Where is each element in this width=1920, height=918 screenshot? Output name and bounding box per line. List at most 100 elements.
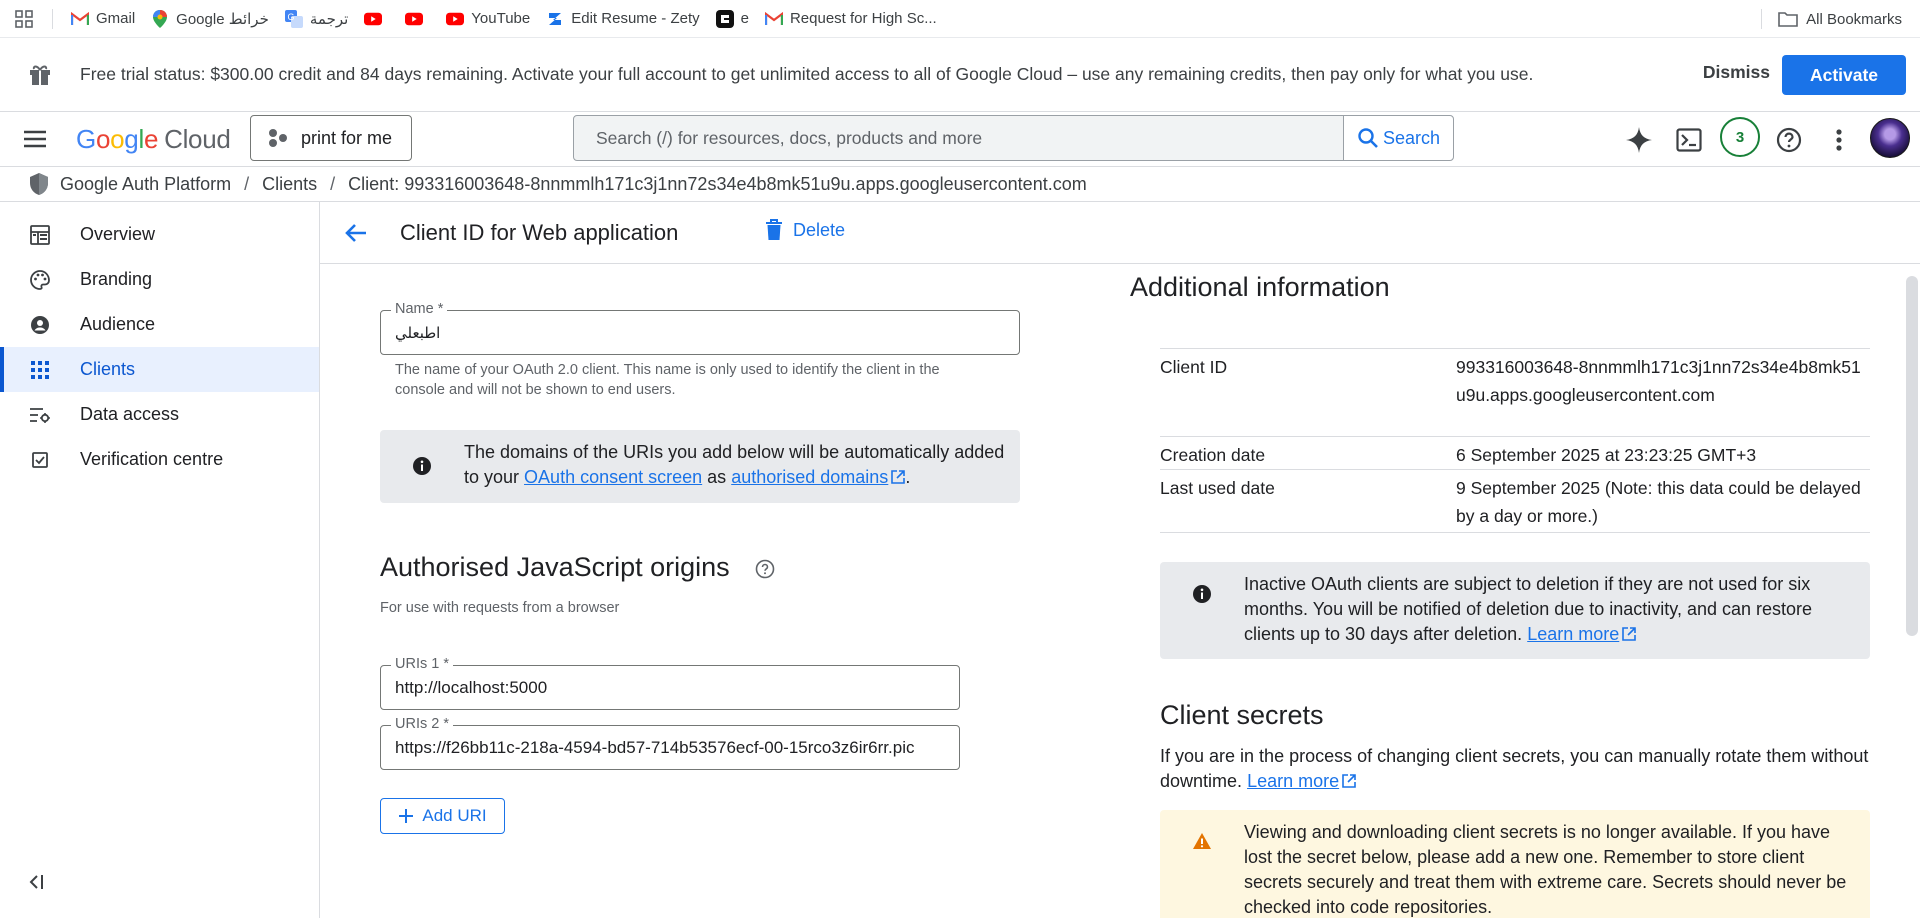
page-header: Client ID for Web application Delete bbox=[320, 202, 1920, 264]
oauth-consent-screen-link[interactable]: OAuth consent screen bbox=[524, 467, 702, 487]
bookmark-label: Gmail bbox=[96, 10, 136, 27]
add-uri-button[interactable]: Add URI bbox=[380, 798, 505, 834]
project-icon bbox=[267, 127, 289, 149]
sidebar-item-branding[interactable]: Branding bbox=[0, 257, 319, 302]
sidebar-item-label: Branding bbox=[80, 269, 153, 289]
collapse-sidebar-icon[interactable] bbox=[28, 872, 52, 896]
sidebar-item-label: Clients bbox=[80, 359, 136, 379]
uri-1-value[interactable]: http://localhost:5000 bbox=[395, 666, 947, 709]
name-hint-line1: The name of your OAuth 2.0 client. This … bbox=[395, 362, 940, 378]
gmail-icon bbox=[764, 10, 783, 28]
grid-icon bbox=[28, 358, 52, 382]
dashboard-icon bbox=[28, 223, 52, 247]
sidebar-item-clients[interactable]: Clients bbox=[0, 347, 319, 392]
additional-info-title: Additional information bbox=[1130, 272, 1390, 302]
content-scrollbar[interactable] bbox=[1906, 276, 1918, 636]
gemini-sparkle-icon[interactable] bbox=[1623, 124, 1655, 156]
youtube-icon bbox=[364, 10, 383, 28]
account-avatar[interactable] bbox=[1870, 118, 1910, 158]
delete-label: Delete bbox=[793, 219, 846, 240]
bookmark-label: YouTube bbox=[471, 10, 531, 27]
search-input[interactable]: Search (/) for resources, docs, products… bbox=[574, 116, 1343, 160]
search-button[interactable]: Search bbox=[1343, 116, 1453, 160]
back-arrow-icon[interactable] bbox=[342, 219, 370, 247]
kv-row-client-id: Client ID 993316003648-8nnmmlh171c3j1nn7… bbox=[1160, 348, 1870, 436]
bookmark-label: ترجمة bbox=[309, 10, 349, 28]
sidebar-item-label: Verification centre bbox=[80, 449, 224, 469]
apps-grid-icon[interactable] bbox=[12, 7, 36, 31]
breadcrumb-item-auth-platform[interactable]: Google Auth Platform bbox=[60, 174, 231, 195]
sidebar-item-label: Data access bbox=[80, 404, 180, 424]
help-icon[interactable] bbox=[1773, 124, 1805, 156]
more-vert-icon[interactable] bbox=[1823, 124, 1855, 156]
bookmark-zety[interactable]: Edit Resume - Zety bbox=[538, 5, 707, 33]
uri-1-field[interactable]: URIs 1 * http://localhost:5000 bbox=[380, 656, 960, 710]
secrets-learn-more-link[interactable]: Learn more bbox=[1247, 771, 1339, 791]
activate-button[interactable]: Activate bbox=[1782, 55, 1906, 95]
sidebar-item-audience[interactable]: Audience bbox=[0, 302, 319, 347]
data-settings-icon bbox=[28, 403, 52, 427]
learn-more-link[interactable]: Learn more bbox=[1527, 624, 1619, 644]
main-content: Name * اطبعلي The name of your OAuth 2.0… bbox=[320, 264, 1900, 918]
cloud-shell-icon[interactable] bbox=[1673, 124, 1705, 156]
search-button-label: Search bbox=[1382, 127, 1441, 148]
breadcrumb-item-clients[interactable]: Clients bbox=[262, 174, 317, 195]
bookmark-e[interactable]: e bbox=[708, 5, 757, 33]
sidebar-item-data-access[interactable]: Data access bbox=[0, 392, 319, 437]
bookmark-youtube-1[interactable] bbox=[356, 5, 397, 33]
bookmark-youtube-3[interactable]: YouTube bbox=[438, 5, 538, 33]
kv-value: 6 September 2025 at 23:23:25 GMT+3 bbox=[1456, 445, 1757, 465]
delete-button[interactable]: Delete bbox=[765, 219, 845, 241]
all-bookmarks[interactable]: All Bookmarks bbox=[1761, 5, 1902, 33]
authorised-domains-link[interactable]: authorised domains bbox=[731, 467, 888, 487]
page-title: Client ID for Web application bbox=[400, 220, 679, 245]
search-bar[interactable]: Search (/) for resources, docs, products… bbox=[573, 115, 1454, 161]
bookmark-request[interactable]: Request for High Sc... bbox=[757, 5, 945, 33]
bookmarks-bar: Gmail Google خرائط G ترجمة YouTube Edit … bbox=[0, 0, 1920, 38]
logo-google-text: Google bbox=[76, 123, 159, 154]
js-origins-title-text: Authorised JavaScript origins bbox=[380, 552, 730, 582]
help-outline-icon[interactable] bbox=[755, 559, 775, 579]
breadcrumb-item-client: Client: 993316003648-8nnmmlh171c3j1nn72s… bbox=[348, 173, 1087, 194]
youtube-icon bbox=[405, 10, 424, 28]
google-cloud-logo[interactable]: Google Cloud bbox=[76, 122, 231, 156]
name-hint: The name of your OAuth 2.0 client. This … bbox=[395, 360, 940, 400]
bookmark-label: Edit Resume - Zety bbox=[571, 10, 700, 27]
domains-info-end: . bbox=[905, 467, 911, 487]
domains-info-box: The domains of the URIs you add below wi… bbox=[380, 430, 1020, 503]
breadcrumb-separator: / bbox=[244, 173, 250, 194]
bookmark-translate[interactable]: G ترجمة bbox=[277, 5, 356, 33]
gmail-icon bbox=[71, 10, 89, 28]
name-field[interactable]: Name * اطبعلي bbox=[380, 301, 1020, 355]
bookmarks-divider bbox=[52, 8, 53, 29]
js-origins-hint: For use with requests from a browser bbox=[380, 600, 620, 616]
translate-icon: G bbox=[284, 9, 303, 28]
project-name: print for me bbox=[301, 127, 393, 148]
trial-text: Free trial status: $300.00 credit and 84… bbox=[80, 64, 1534, 84]
trash-icon bbox=[765, 219, 793, 241]
bookmark-youtube-2[interactable] bbox=[397, 5, 438, 33]
dismiss-button[interactable]: Dismiss bbox=[1703, 62, 1770, 83]
sidebar-item-label: Audience bbox=[80, 314, 156, 334]
checkbox-icon bbox=[28, 448, 52, 472]
uri-2-value[interactable]: https://f26bb11c-218a-4594-bd57-714b5357… bbox=[395, 726, 947, 769]
domains-info-as: as bbox=[707, 467, 727, 487]
breadcrumb: Google Auth Platform / Clients / Client:… bbox=[0, 167, 1920, 202]
additional-info-table: Client ID 993316003648-8nnmmlh171c3j1nn7… bbox=[1160, 348, 1870, 538]
bookmark-label: Google خرائط bbox=[176, 10, 269, 28]
project-picker[interactable]: print for me bbox=[250, 115, 412, 161]
secrets-warning-text: Viewing and downloading client secrets i… bbox=[1244, 822, 1847, 917]
notifications-badge[interactable]: 3 bbox=[1720, 117, 1760, 157]
sidebar-item-overview[interactable]: Overview bbox=[0, 212, 319, 257]
kv-row-last-used: Last used date 9 September 2025 (Note: t… bbox=[1160, 469, 1870, 533]
name-field-value[interactable]: اطبعلي bbox=[395, 311, 1007, 354]
inactive-info-text: Inactive OAuth clients are subject to de… bbox=[1244, 572, 1844, 647]
bookmark-gmail[interactable]: Gmail bbox=[63, 5, 143, 33]
sidebar-item-verification[interactable]: Verification centre bbox=[0, 437, 319, 482]
kv-key: Last used date bbox=[1160, 478, 1275, 498]
uri-2-field[interactable]: URIs 2 * https://f26bb11c-218a-4594-bd57… bbox=[380, 716, 960, 770]
menu-icon[interactable] bbox=[22, 127, 48, 151]
client-secrets-text: If you are in the process of changing cl… bbox=[1160, 744, 1870, 794]
bookmark-maps[interactable]: Google خرائط bbox=[143, 5, 277, 33]
svg-text:G: G bbox=[287, 12, 294, 22]
